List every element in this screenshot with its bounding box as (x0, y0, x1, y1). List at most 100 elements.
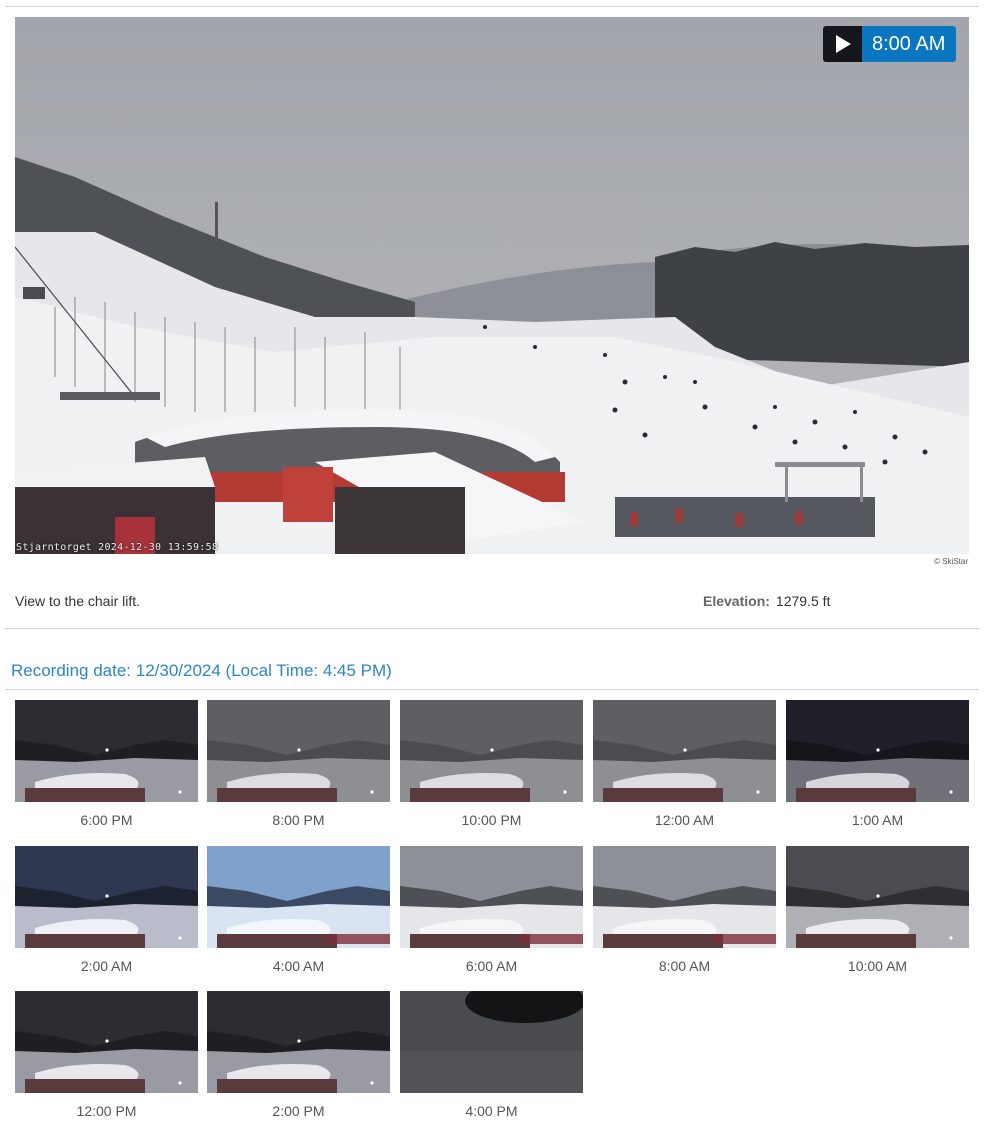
thumbnail-item[interactable]: 6:00 PM (15, 700, 198, 830)
thumbnail-time[interactable]: 12:00 PM (15, 1103, 198, 1121)
thumbnail-scene (400, 991, 583, 1093)
thumbnail-image[interactable] (15, 846, 198, 948)
thumbnail-time[interactable]: 2:00 AM (15, 958, 198, 976)
thumbnail-time[interactable]: 10:00 PM (400, 812, 583, 830)
scene-building-base (410, 934, 530, 948)
thumbnail-image[interactable] (400, 846, 583, 948)
play-control[interactable]: 8:00 AM (823, 26, 957, 62)
scene-light (178, 936, 182, 940)
scene-building-base (603, 788, 723, 802)
thumbnail-image[interactable] (786, 700, 969, 802)
thumbnail-item[interactable]: 8:00 PM (207, 700, 390, 830)
scene-building-base (217, 788, 337, 802)
thumbnail-item[interactable]: 10:00 PM (400, 700, 583, 830)
scene-light (105, 748, 109, 752)
thumbnail-scene (15, 991, 198, 1093)
webcam-scene (15, 17, 969, 554)
thumbnail-image[interactable] (400, 991, 583, 1093)
scene-light (178, 1081, 182, 1085)
scene-light (563, 790, 567, 794)
thumbnail-time[interactable]: 6:00 PM (15, 812, 198, 830)
scene-ground (400, 1051, 583, 1093)
scene-light (876, 894, 880, 898)
thumbnail-scene (207, 991, 390, 1093)
scene-light (949, 936, 953, 940)
thumbnail-time[interactable]: 10:00 AM (786, 958, 969, 976)
section-divider (5, 628, 979, 629)
thumbnail-scene (593, 846, 776, 948)
top-divider (5, 6, 979, 7)
thumbnail-time[interactable]: 4:00 AM (207, 958, 390, 976)
thumbnail-scene (786, 700, 969, 802)
scene-light (756, 790, 760, 794)
scene-building-base (410, 788, 530, 802)
scene-light (297, 1039, 301, 1043)
scene-crowd (327, 934, 390, 944)
thumbnail-scene (207, 700, 390, 802)
thumbnail-item[interactable]: 4:00 PM (400, 991, 583, 1121)
scene-building-base (25, 934, 145, 948)
scene-building-base (25, 788, 145, 802)
scene-light (683, 748, 687, 752)
thumbnail-item[interactable]: 1:00 AM (786, 700, 969, 830)
thumbnail-item[interactable]: 12:00 PM (15, 991, 198, 1121)
thumbnail-image[interactable] (207, 700, 390, 802)
thumbnail-image[interactable] (15, 700, 198, 802)
thumbnail-image[interactable] (786, 846, 969, 948)
elevation-label: Elevation: (703, 593, 770, 609)
thumbnail-image[interactable] (15, 991, 198, 1093)
thumbnail-scene (15, 700, 198, 802)
thumbnail-item[interactable]: 8:00 AM (593, 846, 776, 976)
scene-light (370, 790, 374, 794)
thumbnail-time[interactable]: 1:00 AM (786, 812, 969, 830)
scene-light (105, 1039, 109, 1043)
thumbnail-image[interactable] (593, 846, 776, 948)
thumbnail-time[interactable]: 6:00 AM (400, 958, 583, 976)
copyright-text: © SkiStar (934, 557, 968, 566)
thumbnail-item[interactable]: 4:00 AM (207, 846, 390, 976)
thumbnail-time[interactable]: 8:00 AM (593, 958, 776, 976)
thumbnail-time[interactable]: 4:00 PM (400, 1103, 583, 1121)
scene-light (105, 894, 109, 898)
thumbnail-item[interactable]: 10:00 AM (786, 846, 969, 976)
thumbnail-item[interactable]: 2:00 AM (15, 846, 198, 976)
scene-light (490, 748, 494, 752)
play-button[interactable] (823, 26, 862, 62)
webcam-main-image[interactable]: Stjarntorget 2024-12-30 13:59:58 (15, 17, 969, 554)
scene-light (949, 790, 953, 794)
scene-light (297, 748, 301, 752)
scene-light (178, 790, 182, 794)
current-time-label[interactable]: 8:00 AM (862, 26, 957, 62)
thumbnail-scene (207, 846, 390, 948)
scene-building-base (603, 934, 723, 948)
thumbnail-item[interactable]: 12:00 AM (593, 700, 776, 830)
scene-building-base (796, 788, 916, 802)
thumbnail-image[interactable] (593, 700, 776, 802)
scene-light (876, 748, 880, 752)
scene-building-base (217, 1079, 337, 1093)
thumbnail-scene (786, 846, 969, 948)
play-icon (835, 35, 851, 53)
thumbnail-image[interactable] (400, 700, 583, 802)
scene-crowd (520, 934, 583, 944)
scene-building-base (217, 934, 337, 948)
scene-light (370, 1081, 374, 1085)
recording-divider (5, 689, 979, 690)
thumbnail-item[interactable]: 2:00 PM (207, 991, 390, 1121)
webcam-caption: View to the chair lift. (15, 593, 141, 609)
thumbnail-image[interactable] (207, 846, 390, 948)
scene-building-base (25, 1079, 145, 1093)
thumbnail-scene (593, 700, 776, 802)
thumbnail-item[interactable]: 6:00 AM (400, 846, 583, 976)
thumbnail-scene (400, 846, 583, 948)
scene-building-base (796, 934, 916, 948)
thumbnail-time[interactable]: 2:00 PM (207, 1103, 390, 1121)
scene-crowd (713, 934, 776, 944)
elevation-value: 1279.5 ft (775, 593, 831, 609)
recording-date: Recording date: 12/30/2024 (Local Time: … (11, 661, 392, 680)
webcam-timestamp-overlay: Stjarntorget 2024-12-30 13:59:58 (16, 542, 219, 553)
thumbnail-time[interactable]: 12:00 AM (593, 812, 776, 830)
thumbnail-scene (15, 846, 198, 948)
thumbnail-time[interactable]: 8:00 PM (207, 812, 390, 830)
thumbnail-image[interactable] (207, 991, 390, 1093)
